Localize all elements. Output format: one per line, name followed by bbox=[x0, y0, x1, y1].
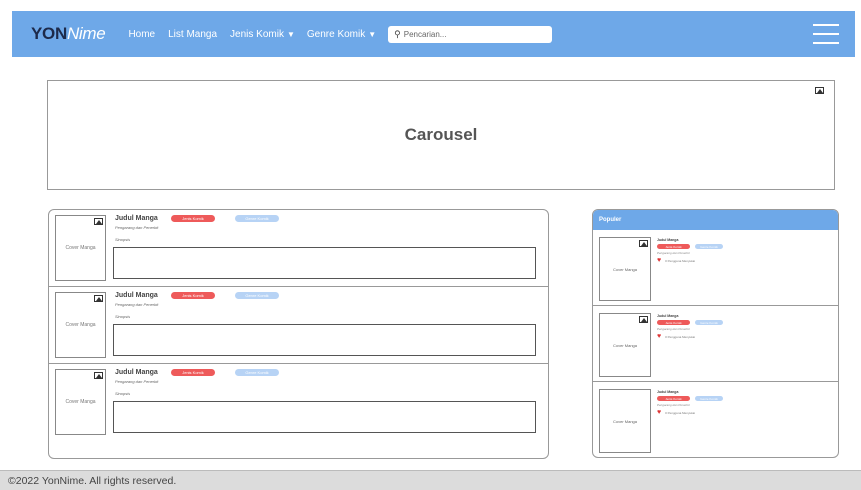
manga-title[interactable]: Judul Manga bbox=[657, 238, 678, 242]
chevron-down-icon: ▼ bbox=[286, 29, 295, 39]
cover-label: Cover Manga bbox=[65, 322, 96, 328]
badge-genre-komik[interactable]: Genre Komik bbox=[235, 369, 279, 376]
badge-jenis-komik[interactable]: Jenis Komik bbox=[657, 320, 690, 325]
image-icon bbox=[639, 316, 648, 323]
manga-cover[interactable]: Cover Manga bbox=[55, 292, 106, 358]
likes-label: 0 Pengguna Menyukai bbox=[665, 334, 696, 339]
heart-icon[interactable]: ♥ bbox=[657, 257, 661, 264]
badge-jenis-komik[interactable]: Jenis Komik bbox=[171, 369, 215, 376]
cover-label: Cover Manga bbox=[65, 245, 96, 251]
badge-jenis-komik[interactable]: Jenis Komik bbox=[657, 244, 690, 249]
manga-title[interactable]: Judul Manga bbox=[115, 215, 158, 222]
badge-jenis-komik[interactable]: Jenis Komik bbox=[657, 396, 690, 401]
badge-jenis-komik[interactable]: Jenis Komik bbox=[171, 215, 215, 222]
image-icon bbox=[94, 218, 103, 225]
brand-rest: Nime bbox=[66, 24, 106, 43]
manga-author: Pengarang dan Penerbit bbox=[115, 302, 159, 307]
image-icon bbox=[94, 372, 103, 379]
badge-genre-komik[interactable]: Genre Komik bbox=[235, 215, 279, 222]
list-item[interactable]: Cover Manga Judul Manga Jenis Komik Genr… bbox=[49, 210, 548, 287]
hamburger-menu-icon[interactable] bbox=[813, 24, 839, 44]
manga-cover[interactable]: Cover Manga bbox=[55, 215, 106, 281]
likes-count: ♥ 0 Pengguna Menyukai bbox=[657, 257, 695, 264]
dropdown-label: Genre Komik bbox=[306, 28, 366, 40]
cover-label: Cover Manga bbox=[612, 266, 637, 272]
nav-list-manga[interactable]: List Manga bbox=[168, 29, 217, 40]
manga-title[interactable]: Judul Manga bbox=[115, 292, 158, 299]
image-icon bbox=[639, 240, 648, 247]
synopsis-label: Sinopsis bbox=[115, 237, 131, 242]
brand-logo[interactable]: YONNime bbox=[31, 24, 106, 44]
dropdown-label: Jenis Komik bbox=[230, 28, 284, 40]
popular-item[interactable]: Cover Manga Judul Manga Jenis Komik Genr… bbox=[593, 306, 838, 382]
synopsis-box bbox=[113, 247, 536, 279]
manga-title[interactable]: Judul Manga bbox=[115, 369, 158, 376]
carousel-title: Carousel bbox=[404, 125, 478, 144]
brand-bold: YON bbox=[31, 24, 67, 43]
nav-dropdown-genre-komik[interactable]: Genre Komik ▼ bbox=[307, 29, 376, 40]
likes-count: ♥ 0 Pengguna Menyukai bbox=[657, 333, 695, 340]
popular-panel: Populer Cover Manga Judul Manga Jenis Ko… bbox=[592, 209, 839, 458]
carousel[interactable]: Carousel bbox=[47, 80, 835, 190]
image-icon bbox=[815, 87, 824, 94]
popular-header: Populer bbox=[593, 210, 838, 230]
manga-author: Pengarang dan Penerbit bbox=[657, 251, 690, 255]
cover-label: Cover Manga bbox=[612, 342, 637, 348]
manga-author: Pengarang dan Penerbit bbox=[115, 379, 159, 384]
list-item[interactable]: Cover Manga Judul Manga Jenis Komik Genr… bbox=[49, 364, 548, 441]
manga-cover[interactable]: Cover Manga bbox=[599, 313, 651, 377]
footer: ©2022 YonNime. All rights reserved. bbox=[0, 470, 861, 490]
image-icon bbox=[94, 295, 103, 302]
badge-genre-komik[interactable]: Genre Komik bbox=[695, 244, 723, 249]
popular-item[interactable]: Cover Manga Judul Manga Jenis Komik Genr… bbox=[593, 230, 838, 306]
likes-label: 0 Pengguna Menyukai bbox=[665, 258, 696, 263]
cover-label: Cover Manga bbox=[612, 418, 637, 424]
synopsis-label: Sinopsis bbox=[115, 314, 131, 319]
popular-item[interactable]: Cover Manga Judul Manga Jenis Komik Genr… bbox=[593, 382, 838, 457]
badge-genre-komik[interactable]: Genre Komik bbox=[235, 292, 279, 299]
manga-title[interactable]: Judul Manga bbox=[657, 314, 678, 318]
chevron-down-icon: ▼ bbox=[368, 29, 377, 39]
badge-jenis-komik[interactable]: Jenis Komik bbox=[171, 292, 215, 299]
manga-cover[interactable]: Cover Manga bbox=[599, 389, 651, 453]
navbar: YONNime Home List Manga Jenis Komik ▼ Gen… bbox=[12, 11, 855, 57]
synopsis-label: Sinopsis bbox=[115, 391, 131, 396]
manga-author: Pengarang dan Penerbit bbox=[657, 403, 690, 407]
nav-dropdown-jenis-komik[interactable]: Jenis Komik ▼ bbox=[230, 29, 295, 40]
likes-label: 0 Pengguna Menyukai bbox=[665, 410, 696, 415]
manga-cover[interactable]: Cover Manga bbox=[55, 369, 106, 435]
footer-copyright: ©2022 YonNime. All rights reserved. bbox=[8, 474, 177, 487]
nav-home[interactable]: Home bbox=[128, 29, 155, 40]
list-item[interactable]: Cover Manga Judul Manga Jenis Komik Genr… bbox=[49, 287, 548, 364]
synopsis-box bbox=[113, 401, 536, 433]
heart-icon[interactable]: ♥ bbox=[657, 333, 661, 340]
manga-author: Pengarang dan Penerbit bbox=[115, 225, 159, 230]
manga-author: Pengarang dan Penerbit bbox=[657, 327, 690, 331]
search-input[interactable]: ⚲ Pencarian... bbox=[388, 25, 553, 43]
manga-title[interactable]: Judul Manga bbox=[657, 390, 678, 394]
manga-cover[interactable]: Cover Manga bbox=[599, 237, 651, 301]
badge-genre-komik[interactable]: Genre Komik bbox=[695, 396, 723, 401]
search-placeholder: Pencarian... bbox=[403, 29, 447, 39]
manga-list: Cover Manga Judul Manga Jenis Komik Genr… bbox=[48, 209, 549, 459]
synopsis-box bbox=[113, 324, 536, 356]
search-icon: ⚲ bbox=[394, 28, 401, 39]
badge-genre-komik[interactable]: Genre Komik bbox=[695, 320, 723, 325]
likes-count: ♥ 0 Pengguna Menyukai bbox=[657, 409, 695, 416]
cover-label: Cover Manga bbox=[65, 399, 96, 405]
heart-icon[interactable]: ♥ bbox=[657, 409, 661, 416]
